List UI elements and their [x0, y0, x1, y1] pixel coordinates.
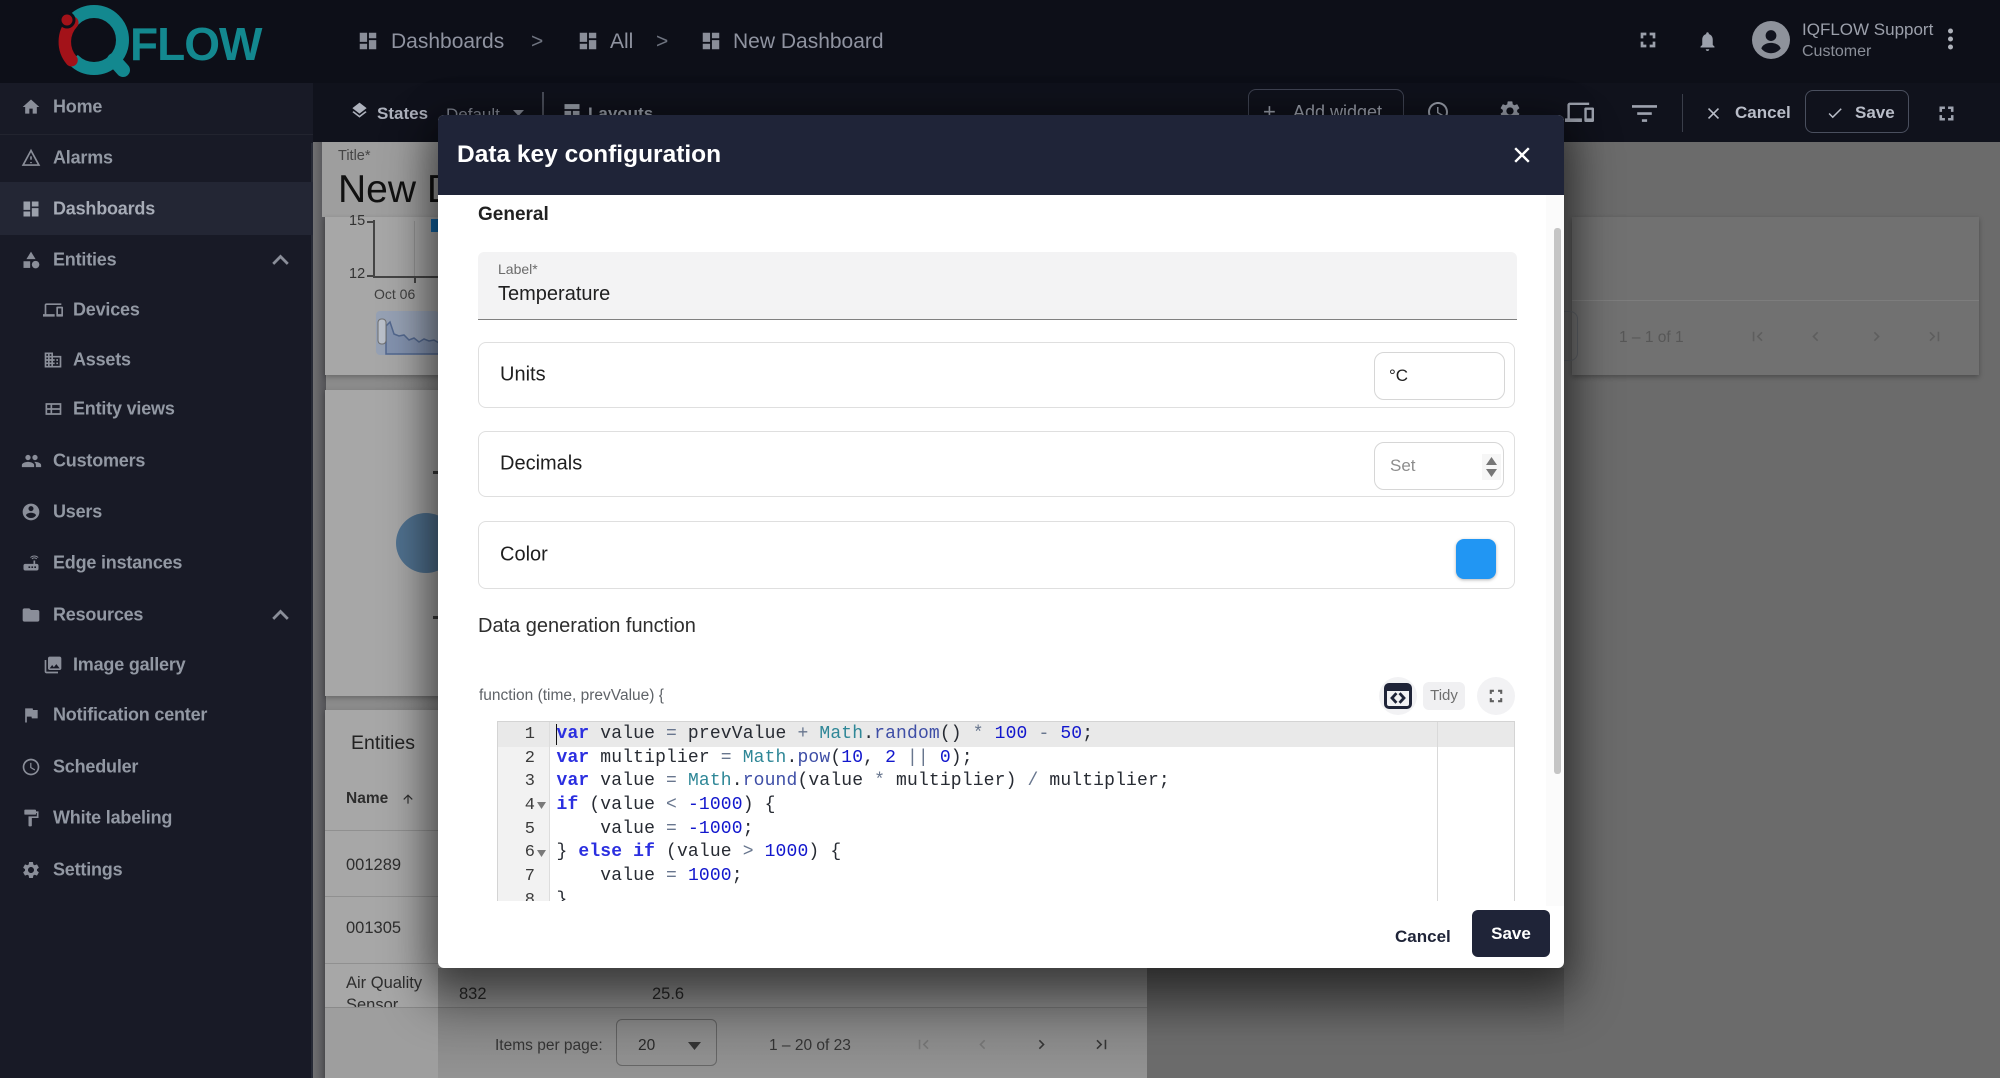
svg-text:FLOW: FLOW — [130, 18, 263, 70]
